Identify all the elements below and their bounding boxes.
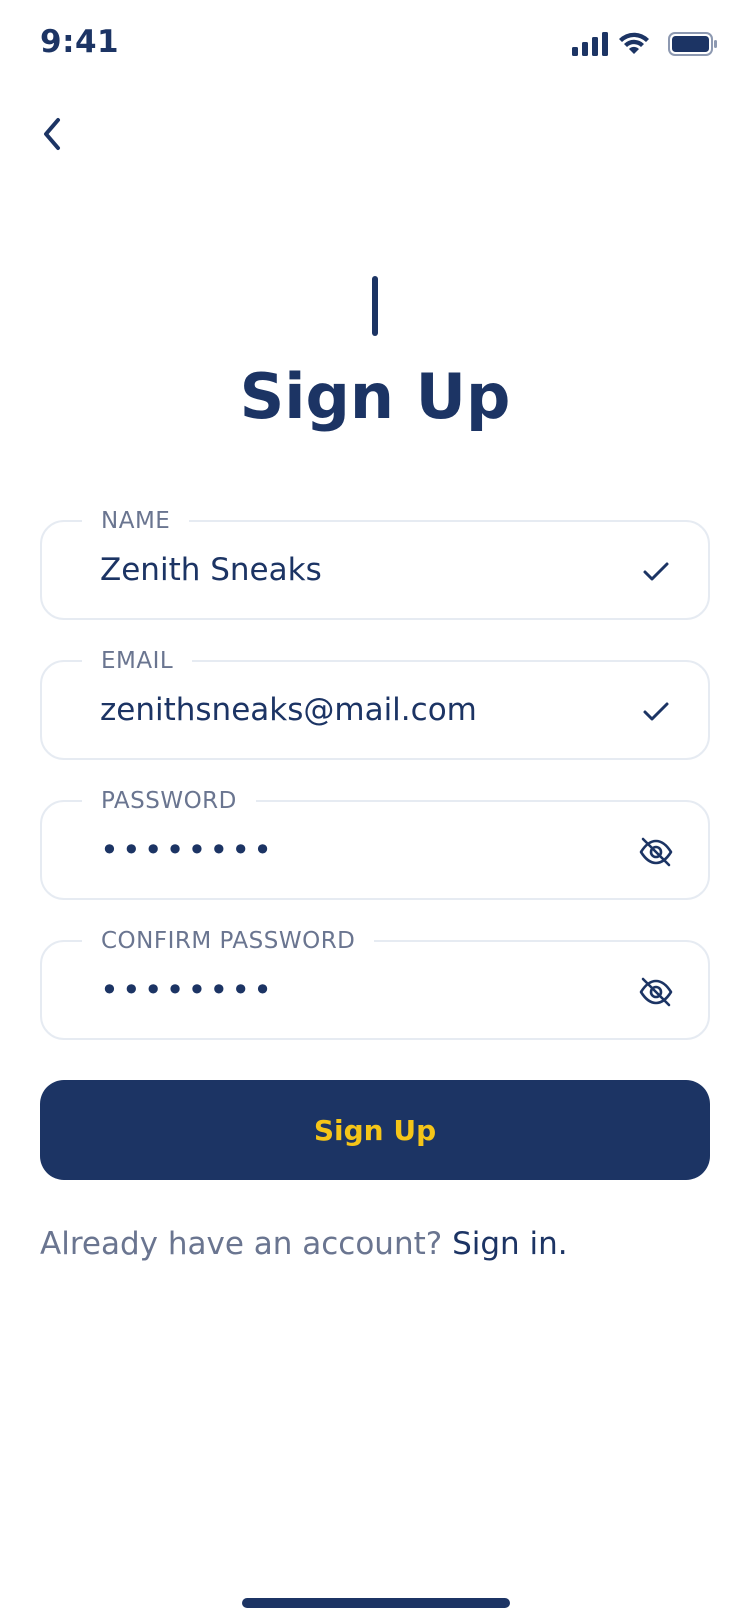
sign-in-prompt: Already have an account? Sign in. xyxy=(40,1226,568,1262)
status-time: 9:41 xyxy=(40,24,120,60)
signup-screen: 9:41 Sign Up NAME Zenith Sneaks EMAIL ze… xyxy=(0,0,750,1624)
confirm-password-field[interactable]: CONFIRM PASSWORD •••••••• xyxy=(40,927,710,1040)
sign-in-link[interactable]: Sign in. xyxy=(452,1226,568,1262)
eye-off-icon[interactable] xyxy=(638,974,674,1010)
name-input[interactable]: Zenith Sneaks xyxy=(100,548,620,592)
confirm-password-input[interactable]: •••••••• xyxy=(100,968,620,1012)
email-field[interactable]: EMAIL zenithsneaks@mail.com xyxy=(40,647,710,760)
home-indicator[interactable] xyxy=(242,1598,510,1608)
check-icon xyxy=(638,694,674,730)
password-input[interactable]: •••••••• xyxy=(100,828,620,872)
page-title: Sign Up xyxy=(239,360,511,433)
back-button[interactable] xyxy=(28,106,76,162)
name-field-label: NAME xyxy=(82,507,190,535)
eye-off-icon[interactable] xyxy=(638,834,674,870)
name-field[interactable]: NAME Zenith Sneaks xyxy=(40,507,710,620)
email-input[interactable]: zenithsneaks@mail.com xyxy=(100,688,620,732)
sign-up-button-label: Sign Up xyxy=(313,1113,437,1147)
logo-mark xyxy=(372,276,378,336)
check-icon xyxy=(638,554,674,590)
chevron-left-icon xyxy=(44,118,60,150)
password-field[interactable]: PASSWORD •••••••• xyxy=(40,787,710,900)
sign-in-prompt-text: Already have an account? xyxy=(40,1226,453,1262)
wifi-icon xyxy=(619,32,649,54)
email-field-label: EMAIL xyxy=(82,647,193,675)
battery-icon xyxy=(668,32,717,56)
signal-icon xyxy=(572,32,608,56)
confirm-password-field-label: CONFIRM PASSWORD xyxy=(82,927,375,955)
password-field-label: PASSWORD xyxy=(82,787,256,815)
sign-up-button[interactable]: Sign Up xyxy=(40,1080,710,1180)
